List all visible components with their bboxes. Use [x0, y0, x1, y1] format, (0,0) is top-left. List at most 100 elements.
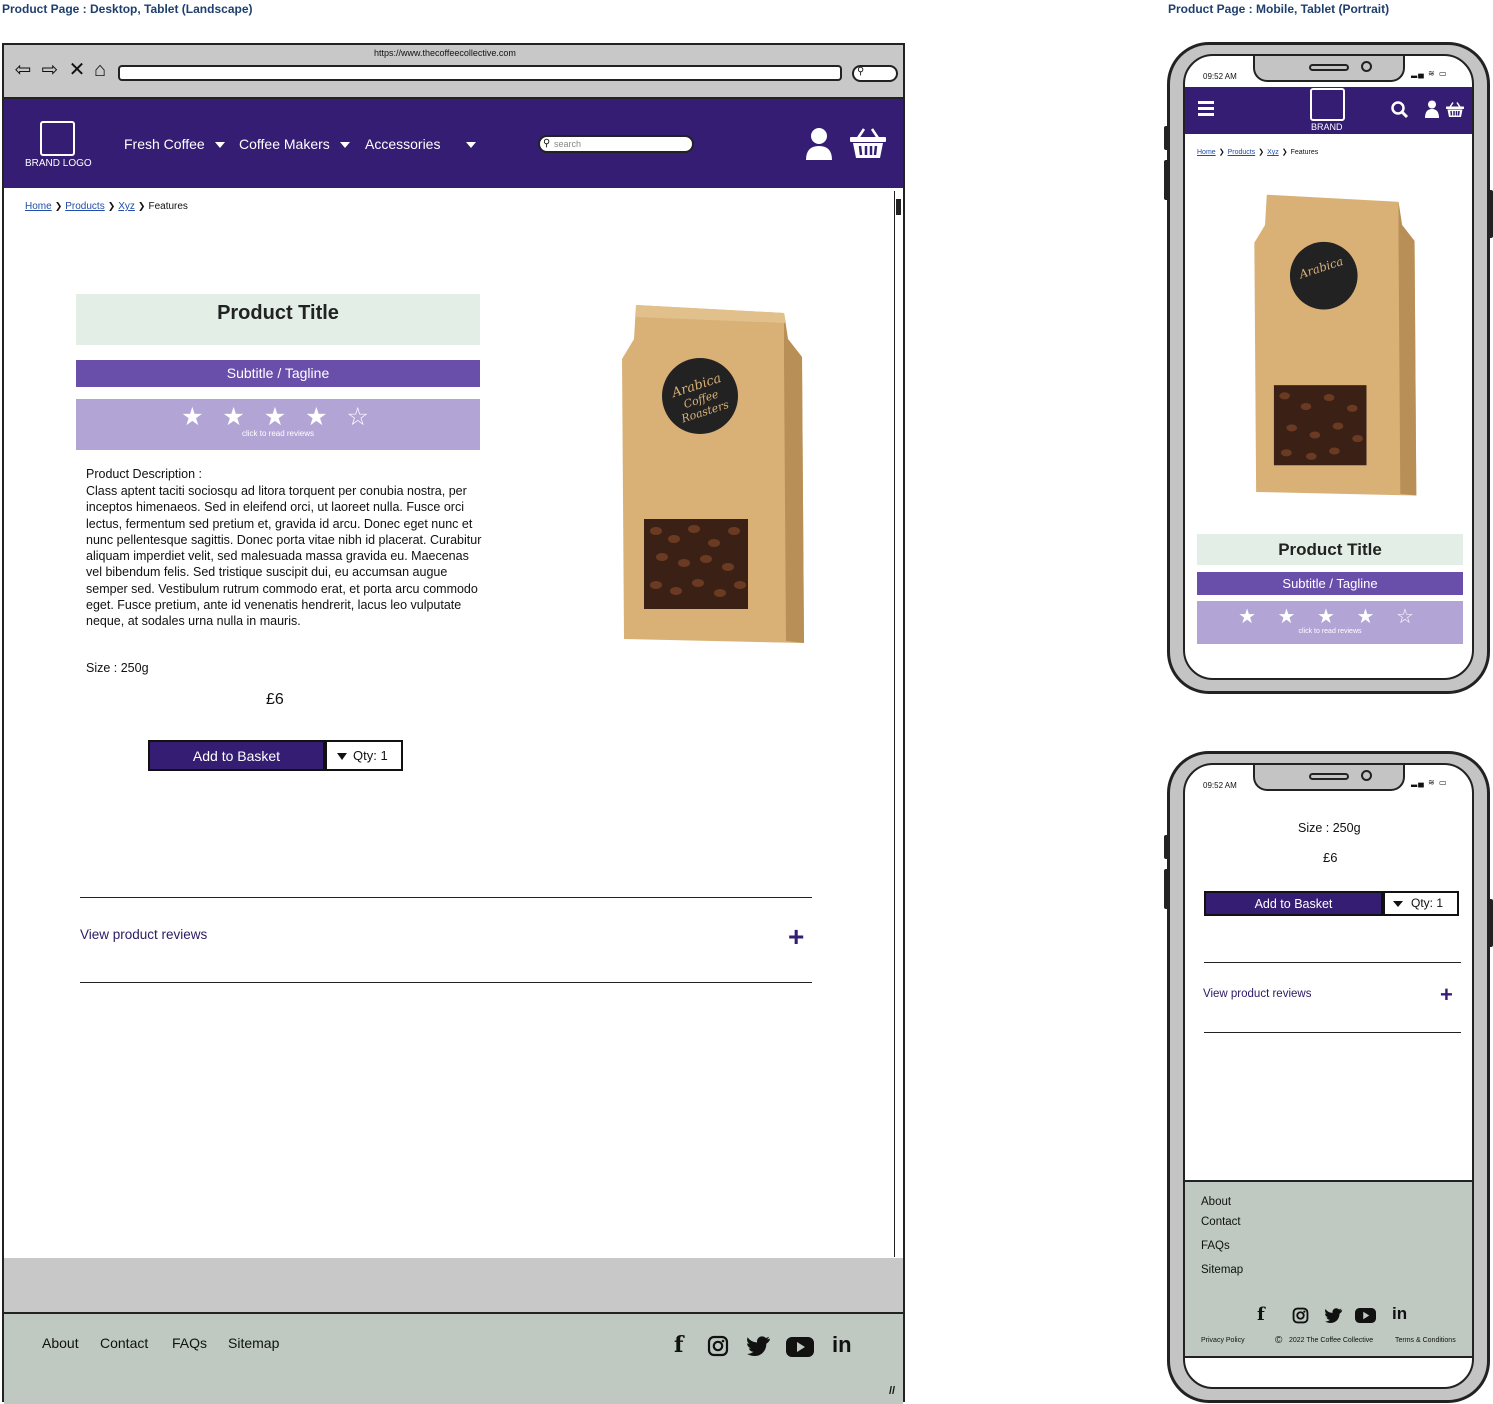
view-reviews-link[interactable]: View product reviews	[1203, 988, 1311, 1000]
footer-link-faqs[interactable]: FAQs	[172, 1335, 207, 1351]
divider	[1204, 962, 1461, 963]
copyright-icon: ©	[1275, 1335, 1283, 1346]
status-icons: ▂▄ ≋ ▭	[1411, 69, 1448, 78]
breadcrumb-xyz[interactable]: Xyz	[118, 201, 135, 212]
product-subtitle: Subtitle / Tagline	[1197, 572, 1463, 595]
breadcrumb-xyz[interactable]: Xyz	[1267, 149, 1279, 156]
site-search-input[interactable]: ⚲ search	[538, 135, 694, 153]
page-viewport: BRAND LOGO Fresh Coffee Coffee Makers Ac…	[4, 97, 903, 1404]
quantity-select[interactable]: Qty: 1	[325, 740, 403, 771]
search-icon: ⚲	[543, 138, 551, 149]
view-reviews-link[interactable]: View product reviews	[80, 927, 207, 942]
status-time: 09:52 AM	[1203, 781, 1237, 790]
user-icon[interactable]	[1425, 100, 1439, 118]
hamburger-menu-icon[interactable]	[1198, 101, 1214, 116]
brand-logo[interactable]	[40, 121, 75, 156]
add-to-basket-button[interactable]: Add to Basket	[148, 740, 325, 771]
instagram-icon[interactable]	[707, 1335, 729, 1357]
caret-down-icon	[337, 753, 347, 761]
product-image: Arabica Coffee Roasters	[622, 305, 804, 643]
search-icon[interactable]	[1391, 101, 1409, 119]
add-to-basket-button[interactable]: Add to Basket	[1204, 891, 1383, 916]
phone-screen-bottom: 09:52 AM ▂▄ ≋ ▭ Size : 250g £6 Add to Ba…	[1183, 763, 1474, 1389]
footer-link-about[interactable]: About	[1201, 1196, 1231, 1208]
brand-logo-text: BRAND	[1311, 122, 1343, 132]
linkedin-icon[interactable]: in	[1392, 1304, 1407, 1324]
product-description: Class aptent taciti sociosqu ad litora t…	[86, 484, 482, 629]
twitter-icon[interactable]	[1325, 1308, 1343, 1323]
back-icon[interactable]: ⇦	[12, 59, 34, 81]
rating-stars: ★ ★ ★ ★ ☆	[181, 403, 375, 431]
facebook-icon[interactable]: f	[1257, 1304, 1265, 1325]
footer-link-sitemap[interactable]: Sitemap	[228, 1335, 279, 1351]
menu-fresh-coffee-label: Fresh Coffee	[124, 136, 205, 152]
product-title: Product Title	[76, 294, 480, 345]
youtube-icon[interactable]	[786, 1337, 814, 1357]
product-rating[interactable]: ★ ★ ★ ★ ☆ click to read reviews	[76, 399, 480, 450]
user-icon[interactable]	[804, 127, 834, 161]
divider	[80, 897, 812, 898]
mobile-heading: Product Page : Mobile, Tablet (Portrait)	[1168, 2, 1390, 16]
menu-accessories[interactable]: Accessories	[365, 136, 477, 152]
rating-stars: ★ ★ ★ ★ ☆	[1238, 606, 1422, 628]
breadcrumb-products[interactable]: Products	[65, 201, 104, 212]
basket-icon[interactable]	[849, 126, 887, 160]
twitter-icon[interactable]	[747, 1336, 771, 1356]
copyright-text: 2022 The Coffee Collective	[1289, 1337, 1374, 1344]
terms-link[interactable]: Terms & Conditions	[1395, 1337, 1456, 1344]
chevron-right-icon: ❯	[1258, 149, 1265, 156]
quantity-select[interactable]: Qty: 1	[1383, 891, 1459, 916]
brand-logo[interactable]	[1310, 88, 1345, 121]
chevron-down-icon	[214, 142, 225, 149]
footer-link-sitemap[interactable]: Sitemap	[1201, 1264, 1243, 1276]
rating-caption: click to read reviews	[241, 429, 315, 438]
product-subtitle: Subtitle / Tagline	[76, 360, 480, 387]
breadcrumb-home[interactable]: Home	[1197, 149, 1216, 156]
linkedin-icon[interactable]: in	[832, 1332, 852, 1358]
privacy-policy-link[interactable]: Privacy Policy	[1201, 1337, 1245, 1344]
speaker-grille	[1309, 64, 1349, 71]
desktop-browser-window: https://www.thecoffeecollective.com ⇦ ⇨ …	[2, 43, 905, 1404]
chevron-right-icon: ❯	[137, 201, 146, 211]
speaker-grille	[1309, 773, 1349, 780]
mobile-breadcrumb: Home ❯ Products ❯ Xyz ❯ Features	[1197, 148, 1318, 156]
phone-side-button	[1488, 190, 1493, 238]
footer-link-about[interactable]: About	[42, 1335, 79, 1351]
browser-search-field[interactable]: ⚲	[852, 65, 898, 82]
forward-icon[interactable]: ⇨	[39, 59, 61, 81]
product-size: Size : 250g	[86, 661, 149, 675]
footer-link-contact[interactable]: Contact	[1201, 1216, 1241, 1228]
camera-icon	[1361, 770, 1372, 781]
home-icon[interactable]: ⌂	[89, 59, 111, 81]
facebook-icon[interactable]: f	[674, 1332, 683, 1358]
brand-logo-text: BRAND LOGO	[25, 158, 92, 169]
footer-link-contact[interactable]: Contact	[100, 1335, 148, 1351]
address-bar[interactable]	[118, 65, 842, 81]
mobile-navbar: BRAND	[1185, 87, 1472, 134]
expand-plus-icon[interactable]: +	[1440, 984, 1453, 1006]
expand-plus-icon[interactable]: +	[788, 923, 804, 951]
site-navbar: BRAND LOGO Fresh Coffee Coffee Makers Ac…	[4, 99, 903, 188]
menu-coffee-makers[interactable]: Coffee Makers	[239, 136, 350, 152]
breadcrumb-products[interactable]: Products	[1228, 149, 1256, 156]
page-scrollbar[interactable]	[894, 191, 903, 1257]
phone-side-button	[1164, 869, 1169, 909]
divider	[80, 982, 812, 983]
breadcrumb-current: Features	[1290, 149, 1319, 156]
breadcrumb-home[interactable]: Home	[25, 201, 52, 212]
status-icons: ▂▄ ≋ ▭	[1411, 778, 1448, 787]
basket-icon[interactable]	[1445, 101, 1465, 118]
instagram-icon[interactable]	[1292, 1307, 1309, 1324]
product-rating[interactable]: ★ ★ ★ ★ ☆ click to read reviews	[1197, 601, 1463, 644]
menu-accessories-label: Accessories	[365, 136, 441, 152]
product-size: Size : 250g	[1298, 821, 1361, 835]
stop-icon[interactable]: ✕	[66, 59, 88, 81]
scrollbar-thumb[interactable]	[896, 199, 901, 215]
footer-link-faqs[interactable]: FAQs	[1201, 1240, 1230, 1252]
youtube-icon[interactable]	[1355, 1308, 1376, 1323]
resize-grip-icon[interactable]: //	[889, 1385, 895, 1397]
desktop-heading: Product Page : Desktop, Tablet (Landscap…	[2, 2, 253, 16]
breadcrumb: Home ❯ Products ❯ Xyz ❯ Features	[25, 201, 188, 212]
breadcrumb-current: Features	[148, 201, 188, 212]
menu-fresh-coffee[interactable]: Fresh Coffee	[124, 136, 225, 152]
